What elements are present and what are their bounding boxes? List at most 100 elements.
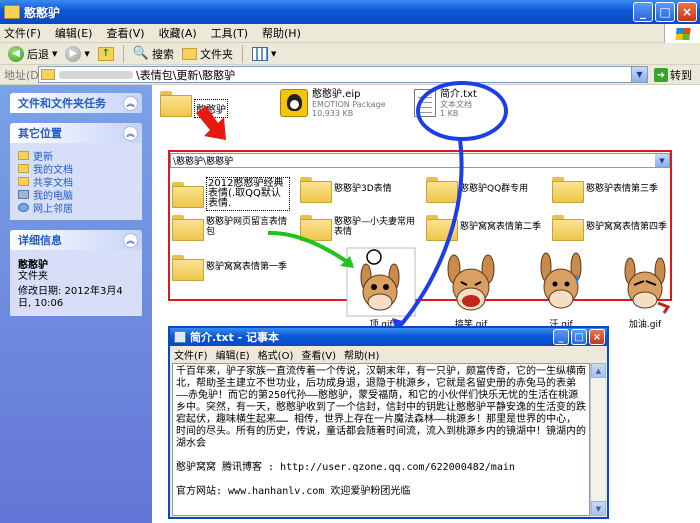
np-menu-view[interactable]: 查看(V) [301,347,336,362]
folder-label: 憨憨驴 [194,99,228,118]
maximize-button[interactable]: □ [655,2,675,22]
donkey-gif-gaoxiao[interactable] [436,247,506,317]
donkey-gif-jiayou[interactable] [610,247,680,317]
np-menu-format[interactable]: 格式(O) [258,347,294,362]
up-button[interactable]: ↑ [96,46,116,61]
network-icon [18,203,29,212]
views-button[interactable]: ▼ [250,46,278,61]
menu-help[interactable]: 帮助(H) [262,25,301,41]
file-name: 憨憨驴.eip [312,89,361,100]
subfolder-label: 憨憨驴网页留言表情包 [206,217,288,237]
folder-icon [18,151,29,160]
donkey-gif-han[interactable] [526,247,596,317]
toolbar-separator [122,44,124,63]
minimize-button[interactable]: _ [633,2,653,22]
subfolder-item[interactable]: 憨驴窝窝表情第四季 [552,215,670,241]
collapse-icon[interactable]: ︽ [123,95,138,111]
folder-icon [41,69,55,80]
donkey-gif-ding[interactable] [346,247,416,317]
go-arrow-icon: ➜ [654,68,668,82]
menu-file[interactable]: 文件(F) [4,25,41,41]
subfolder-label: 2012憨憨驴经典表情(.取QQ默认表情. [206,177,290,211]
address-input[interactable]: \表情包\更新\憨憨驴 ▼ [38,66,648,83]
folder-icon [172,215,204,241]
tasks-panel: 文件和文件夹任务 ︽ [10,93,142,113]
notepad-text-area[interactable]: 千百年来，驴子家族一直流传着一个传说，汉朝末年，有一只驴，颇富传奇，它的一生纵横… [172,363,590,516]
folder-icon [172,255,204,281]
np-menu-help[interactable]: 帮助(H) [344,347,379,362]
search-label: 搜索 [151,47,174,61]
folder-up-icon: ↑ [97,46,114,61]
subfolder-item[interactable]: 憨憨驴—小夫妻常用表情 [300,215,418,241]
text-document-icon [414,89,436,117]
place-link-network[interactable]: 网上邻居 [18,201,134,215]
menu-favorites[interactable]: 收藏(A) [159,25,197,41]
subfolder-label: 憨憨驴QQ群专用 [460,184,529,194]
toolbar-separator [241,44,243,63]
back-button[interactable]: ◀ 后退 ▼ [6,45,59,62]
tasks-panel-header[interactable]: 文件和文件夹任务 ︽ [10,93,142,113]
subfolder-label: 憨憨驴表情第三季 [586,184,659,194]
maximize-button[interactable]: □ [571,329,587,345]
menu-edit[interactable]: 编辑(E) [55,25,93,41]
toolbar: ◀ 后退 ▼ ▶ ▼ ↑ 🔍 搜索 文件夹 ▼ [0,43,700,65]
np-menu-edit[interactable]: 编辑(E) [216,347,250,362]
address-path: \表情包\更新\憨憨驴 [136,68,236,82]
address-bar: 地址(D) \表情包\更新\憨憨驴 ▼ ➜ 转到 [0,65,700,85]
address-dropdown-button[interactable]: ▼ [631,67,647,82]
file-item-txt[interactable]: 简介.txt 文本文档 1 KB [414,89,477,118]
close-button[interactable]: × [589,329,605,345]
collapse-icon[interactable]: ︽ [123,232,138,248]
notepad-scrollbar[interactable]: ▲ ▼ [590,363,606,516]
menu-tools[interactable]: 工具(T) [211,25,248,41]
collapse-icon[interactable]: ︽ [123,125,138,141]
subfolder-label: 憨憨驴3D表情 [334,184,392,194]
subfolder-item[interactable]: 憨憨驴3D表情 [300,177,418,203]
folder-item-hanhanlv[interactable]: 憨憨驴 [160,91,228,118]
notepad-window[interactable]: 简介.txt - 记事本 _ □ × 文件(F) 编辑(E) 格式(O) 查看(… [168,326,609,519]
views-icon [251,46,268,61]
file-size: 1 KB [440,109,459,118]
detail-name: 憨憨驴 [18,260,48,271]
window-title: 憨憨驴 [24,5,61,20]
folders-label: 文件夹 [199,47,233,61]
go-button[interactable]: ➜ 转到 [654,67,692,83]
folder-icon [4,5,20,19]
window-titlebar: 憨憨驴 _ □ × [0,0,700,24]
scroll-up-icon[interactable]: ▲ [591,363,606,378]
file-item-eip[interactable]: 憨憨驴.eip EMOTION Package 10,933 KB [280,89,385,118]
details-header[interactable]: 详细信息 ︽ [10,230,142,250]
subfolder-label: 憨憨驴—小夫妻常用表情 [334,217,416,237]
details-panel: 详细信息 ︽ 憨憨驴 文件夹 修改日期: 2012年3月4日, 10:06 [10,230,142,316]
folder-icon [300,215,332,241]
other-places-header[interactable]: 其它位置 ︽ [10,123,142,143]
back-label: 后退 [27,47,49,61]
file-type: EMOTION Package [312,100,386,109]
subfolder-item[interactable]: 憨憨驴表情第三季 [552,177,670,203]
subfolder-item[interactable]: 憨驴窝窝表情第一季 [172,255,290,281]
subfolder-item[interactable]: 憨憨驴网页留言表情包 [172,215,290,241]
chevron-down-icon[interactable]: ▼ [655,154,669,167]
file-name: 简介.txt [440,89,477,100]
close-button[interactable]: × [677,2,697,22]
np-menu-file[interactable]: 文件(F) [174,347,208,362]
documents-icon [18,164,29,173]
scroll-down-icon[interactable]: ▼ [591,501,606,516]
search-button[interactable]: 🔍 搜索 [131,46,176,62]
notepad-icon [174,331,186,343]
subfolder-item[interactable]: 2012憨憨驴经典表情(.取QQ默认表情. [172,177,290,211]
minimize-button[interactable]: _ [553,329,569,345]
chevron-down-icon[interactable]: ▼ [52,50,57,58]
file-size: 10,933 KB [312,109,354,118]
chevron-down-icon[interactable]: ▼ [84,50,89,58]
task-pane: 文件和文件夹任务 ︽ 其它位置 ︽ 更新 我的文档 共享文档 我的电脑 网上邻居… [0,85,152,523]
folders-button[interactable]: 文件夹 [180,46,235,62]
forward-button[interactable]: ▶ ▼ [63,45,91,62]
subfolder-label: 憨驴窝窝表情第二季 [460,222,542,232]
menu-view[interactable]: 查看(V) [106,25,144,41]
subfolder-item[interactable]: 憨憨驴QQ群专用 [426,177,544,203]
windows-flag-icon [674,27,691,40]
subfolder-item[interactable]: 憨驴窝窝表情第二季 [426,215,544,241]
folder-icon [426,215,458,241]
subfolder-address: \憨憨驴\憨憨驴 ▼ [170,153,670,168]
